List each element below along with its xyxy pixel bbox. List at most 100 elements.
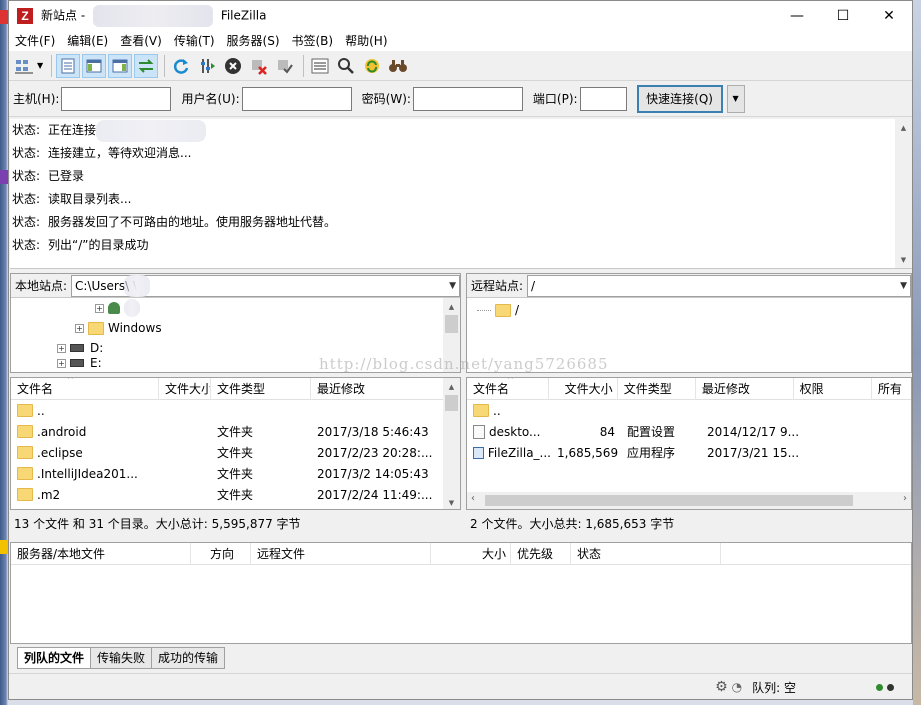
refresh-icon[interactable] <box>169 54 193 78</box>
port-input[interactable] <box>579 86 627 111</box>
expand-icon[interactable]: + <box>57 358 66 368</box>
expand-icon[interactable]: + <box>57 343 66 353</box>
column-permissions[interactable]: 权限 <box>794 378 872 400</box>
compare-directories-icon[interactable] <box>360 54 384 78</box>
log-scrollbar[interactable]: ▲ ▼ <box>895 119 912 268</box>
file-row[interactable]: .eclipse 文件夹 2017/2/23 20:28:... <box>11 442 460 463</box>
tree-label: E: <box>90 358 102 368</box>
toggle-transfer-queue-icon[interactable] <box>134 53 159 78</box>
column-remote-file[interactable]: 远程文件 <box>251 542 431 565</box>
tree-item-user[interactable]: + <box>11 298 460 318</box>
expand-icon[interactable]: + <box>75 323 84 333</box>
queue-header: 服务器/本地文件 方向 远程文件 大小 优先级 状态 <box>11 542 911 565</box>
column-size[interactable]: 大小 <box>431 542 511 565</box>
column-filesize[interactable]: 文件大小 <box>159 378 211 400</box>
message-log[interactable]: 状态: 正在连接 状态: 连接建立，等待欢迎消息... 状态: 已登录 状态: 读取目录… <box>10 119 912 269</box>
minimize-button[interactable]: — <box>774 1 820 31</box>
tree-item-root[interactable]: / <box>467 300 911 320</box>
file-row[interactable]: .. <box>467 400 911 421</box>
transfer-queue[interactable]: 服务器/本地文件 方向 远程文件 大小 优先级 状态 <box>10 542 912 644</box>
cancel-operation-icon[interactable] <box>221 54 245 78</box>
redacted-region <box>92 5 213 27</box>
tree-item-drive-e[interactable]: + E: <box>11 358 460 368</box>
site-manager-icon[interactable] <box>13 54 37 78</box>
quickconnect-button[interactable]: 快速连接(Q) <box>636 84 723 113</box>
menu-server[interactable]: 服务器(S) <box>221 31 286 51</box>
close-button[interactable]: ✕ <box>866 1 912 31</box>
menu-edit[interactable]: 编辑(E) <box>61 31 114 51</box>
file-row[interactable]: .android 文件夹 2017/3/18 5:46:43 <box>11 421 460 442</box>
speed-limit-icon[interactable]: ◔ <box>732 680 742 694</box>
scroll-left-icon[interactable]: ‹ <box>471 493 475 504</box>
reconnect-icon[interactable] <box>273 54 297 78</box>
maximize-button[interactable]: ☐ <box>820 1 866 31</box>
scroll-down-icon[interactable]: ▼ <box>443 494 460 509</box>
file-row[interactable]: .. <box>11 400 460 421</box>
scroll-down-icon[interactable]: ▼ <box>895 251 912 268</box>
directory-listing-filter-icon[interactable] <box>308 54 332 78</box>
column-priority[interactable]: 优先级 <box>511 542 571 565</box>
toggle-remote-tree-icon[interactable] <box>108 53 133 78</box>
tree-item-drive-d[interactable]: + D: <box>11 338 460 358</box>
binoculars-icon[interactable] <box>386 54 410 78</box>
title-bar[interactable]: Z 新站点 - FileZilla — ☐ ✕ <box>9 1 912 31</box>
quickconnect-history-dropdown[interactable]: ▼ <box>726 84 745 113</box>
column-owner[interactable]: 所有 <box>872 378 911 400</box>
log-text: 已登录 <box>48 169 85 183</box>
file-row[interactable]: FileZilla_... 1,685,569 应用程序 2017/3/21 1… <box>467 442 911 463</box>
column-status[interactable]: 状态 <box>571 542 721 565</box>
toggle-sync-browsing-icon[interactable] <box>334 54 358 78</box>
menu-transfer[interactable]: 传输(T) <box>168 31 221 51</box>
chevron-down-icon: ▼ <box>449 280 456 291</box>
password-input[interactable] <box>412 86 523 111</box>
menu-file[interactable]: 文件(F) <box>9 31 61 51</box>
scroll-thumb[interactable] <box>445 395 458 411</box>
log-prefix: 状态: <box>12 192 41 206</box>
menu-view[interactable]: 查看(V) <box>114 31 168 51</box>
column-server-local-file[interactable]: 服务器/本地文件 <box>11 542 191 565</box>
menu-bar: 文件(F) 编辑(E) 查看(V) 传输(T) 服务器(S) 书签(B) 帮助(… <box>9 31 912 51</box>
column-direction[interactable]: 方向 <box>191 542 251 565</box>
local-tree-scrollbar[interactable]: ▲ <box>443 298 460 372</box>
column-filename[interactable]: 文件名 <box>11 378 159 400</box>
chevron-down-icon[interactable]: ▼ <box>37 61 43 70</box>
column-filetype[interactable]: 文件类型 <box>211 378 311 400</box>
tree-item-windows[interactable]: + Windows <box>11 318 460 338</box>
file-type: 文件夹 <box>217 425 254 439</box>
column-filesize[interactable]: 文件大小 <box>549 378 618 400</box>
log-prefix: 状态: <box>12 123 41 137</box>
toggle-message-log-icon[interactable] <box>56 53 81 78</box>
remote-list-hscrollbar[interactable]: ‹ › <box>467 492 911 509</box>
menu-bookmarks[interactable]: 书签(B) <box>286 31 340 51</box>
tab-failed-transfers[interactable]: 传输失败 <box>90 647 153 669</box>
local-path-combo[interactable]: C:\Users\ \ ▼ <box>71 274 460 297</box>
column-filetype[interactable]: 文件类型 <box>618 378 696 400</box>
remote-path-combo[interactable]: / ▼ <box>527 274 911 297</box>
chevron-down-icon: ▼ <box>732 94 739 103</box>
host-input[interactable] <box>61 86 172 111</box>
tab-queued-files[interactable]: 列队的文件 <box>17 647 92 669</box>
gear-icon[interactable]: ⚙ <box>715 679 728 695</box>
column-modified[interactable]: 最近修改 <box>311 378 439 400</box>
scroll-right-icon[interactable]: › <box>903 493 907 504</box>
remote-file-list: 文件名 文件大小 文件类型 最近修改 权限 所有 ^ .. deskto... … <box>466 377 912 510</box>
process-queue-icon[interactable] <box>195 54 219 78</box>
file-row[interactable]: .IntelliJIdea201... 文件夹 2017/3/2 14:05:4… <box>11 463 460 484</box>
desktop-icon <box>0 540 8 554</box>
scroll-thumb[interactable] <box>445 315 458 333</box>
file-row[interactable]: .m2 文件夹 2017/2/24 11:49:... <box>11 484 460 505</box>
username-input[interactable] <box>241 86 352 111</box>
file-row[interactable]: deskto... 84 配置设置 2014/12/17 9... <box>467 421 911 442</box>
toggle-local-tree-icon[interactable] <box>82 53 107 78</box>
menu-help[interactable]: 帮助(H) <box>339 31 393 51</box>
disconnect-icon[interactable] <box>247 54 271 78</box>
column-modified[interactable]: 最近修改 <box>696 378 794 400</box>
local-list-scrollbar[interactable]: ▲ ▼ <box>443 378 460 509</box>
scroll-thumb[interactable] <box>485 495 853 506</box>
tab-successful-transfers[interactable]: 成功的传输 <box>151 647 226 669</box>
scroll-up-icon[interactable]: ▲ <box>443 378 460 395</box>
scroll-up-icon[interactable]: ▲ <box>443 298 460 315</box>
remote-site-label: 远程站点: <box>471 279 524 293</box>
scroll-up-icon[interactable]: ▲ <box>895 119 912 136</box>
expand-icon[interactable]: + <box>95 303 104 313</box>
